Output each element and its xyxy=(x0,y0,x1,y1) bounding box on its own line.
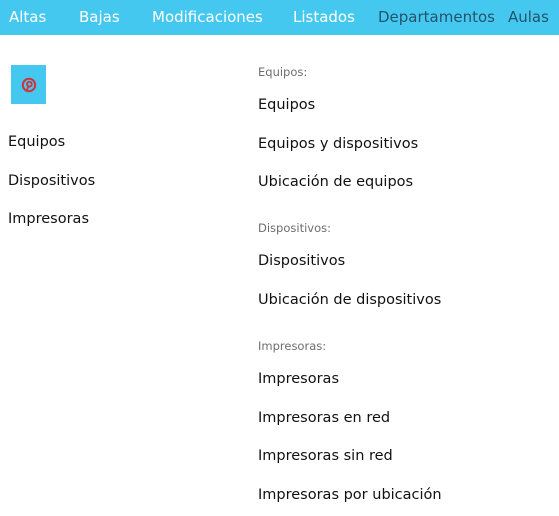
sidebar-item-equipos[interactable]: Equipos xyxy=(8,134,65,150)
group-heading-impresoras: Impresoras: xyxy=(258,339,327,353)
menu-link-impresoras-en-red[interactable]: Impresoras en red xyxy=(258,410,390,426)
menu-link-impresoras[interactable]: Impresoras xyxy=(258,371,339,387)
nav-item-departamentos[interactable]: Departamentos xyxy=(378,0,495,35)
nav-item-aulas[interactable]: Aulas xyxy=(508,0,549,35)
group-heading-equipos: Equipos: xyxy=(258,65,308,79)
menu-link-ubicacion-de-equipos[interactable]: Ubicación de equipos xyxy=(258,174,413,190)
logo[interactable] xyxy=(11,65,46,104)
nav-item-bajas[interactable]: Bajas xyxy=(79,0,120,35)
sidebar-item-dispositivos[interactable]: Dispositivos xyxy=(8,173,95,189)
nav-item-listados[interactable]: Listados xyxy=(293,0,355,35)
nav-item-altas[interactable]: Altas xyxy=(9,0,46,35)
menu-link-equipos-y-dispositivos[interactable]: Equipos y dispositivos xyxy=(258,136,418,152)
menu-link-equipos[interactable]: Equipos xyxy=(258,97,315,113)
pinterest-icon xyxy=(21,77,36,92)
menu-link-impresoras-sin-red[interactable]: Impresoras sin red xyxy=(258,448,393,464)
nav-item-modificaciones[interactable]: Modificaciones xyxy=(152,0,263,35)
group-heading-dispositivos: Dispositivos: xyxy=(258,221,331,235)
menu-link-ubicacion-de-dispositivos[interactable]: Ubicación de dispositivos xyxy=(258,292,441,308)
menu-link-dispositivos[interactable]: Dispositivos xyxy=(258,253,345,269)
top-navigation-bar: Altas Bajas Modificaciones Listados Depa… xyxy=(0,0,559,35)
sidebar-item-impresoras[interactable]: Impresoras xyxy=(8,211,89,227)
menu-link-impresoras-por-ubicacion[interactable]: Impresoras por ubicación xyxy=(258,487,442,503)
